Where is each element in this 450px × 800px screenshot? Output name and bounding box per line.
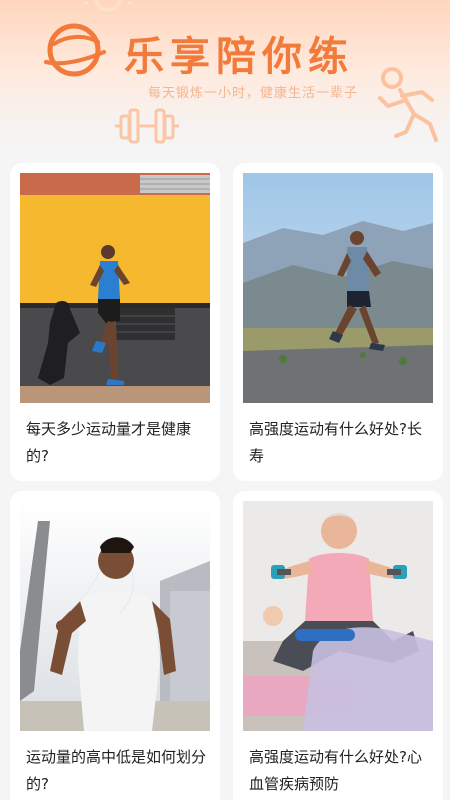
senior-man-lifting-dumbbells-image <box>243 501 433 731</box>
slogan: 每天锻炼一小时，健康生活一辈子 <box>148 86 359 101</box>
article-card[interactable]: 高强度运动有什么好处?心血管疾病预防 <box>233 491 443 800</box>
runner-by-yellow-wall-image <box>20 173 210 403</box>
man-with-earphones-running-image <box>20 501 210 731</box>
runner-on-mountain-road-image <box>243 173 433 403</box>
article-card[interactable]: 高强度运动有什么好处?长寿 <box>233 163 443 481</box>
app-logo-icon <box>44 23 106 77</box>
article-title: 高强度运动有什么好处?长寿 <box>249 420 422 465</box>
sun-icon <box>84 0 132 12</box>
article-card[interactable]: 运动量的高中低是如何划分的? <box>10 491 220 800</box>
article-title: 每天多少运动量才是健康的? <box>26 420 192 465</box>
article-title: 运动量的高中低是如何划分的? <box>26 748 207 793</box>
article-card[interactable]: 每天多少运动量才是健康的? <box>10 163 220 481</box>
dumbbell-icon <box>115 108 179 144</box>
app-title: 乐享陪你练 <box>124 34 354 80</box>
runner-icon <box>378 67 438 142</box>
article-title: 高强度运动有什么好处?心血管疾病预防 <box>249 748 422 793</box>
header-banner: 乐享陪你练 每天锻炼一小时，健康生活一辈子 <box>0 0 450 160</box>
